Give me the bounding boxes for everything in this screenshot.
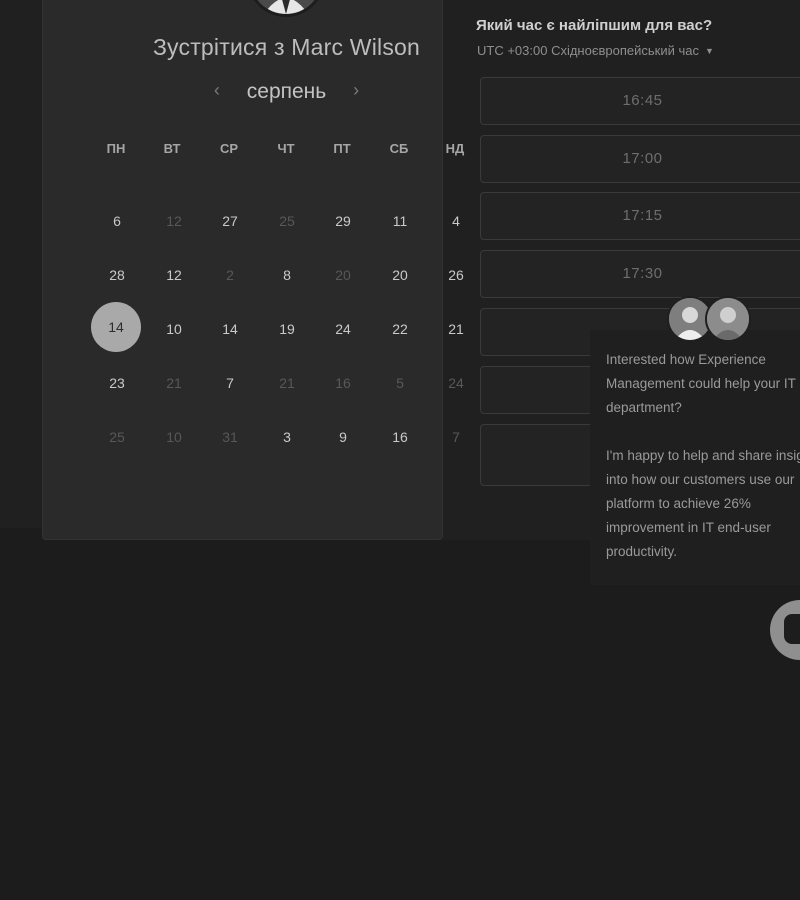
calendar-day: 21 xyxy=(279,375,295,391)
weekday-label: НД xyxy=(445,141,465,156)
calendar-day[interactable]: 20 xyxy=(375,250,425,300)
time-slot[interactable]: 16:45 xyxy=(480,77,800,125)
time-slot[interactable]: 17:00 xyxy=(480,135,800,183)
calendar-day[interactable]: 24 xyxy=(318,304,368,354)
weekday-label: СР xyxy=(219,141,239,156)
chat-launcher-button[interactable] xyxy=(770,600,800,660)
calendar-day: 7 xyxy=(452,429,460,445)
calendar-day[interactable]: 19 xyxy=(262,304,312,354)
time-slot[interactable]: 17:15 xyxy=(480,192,800,240)
calendar-day[interactable]: 3 xyxy=(262,412,312,462)
calendar-day[interactable]: 29 xyxy=(318,196,368,246)
calendar-day[interactable]: 26 xyxy=(431,250,481,300)
calendar-day[interactable]: 22 xyxy=(375,304,425,354)
calendar-day: 20 xyxy=(335,267,351,283)
caret-down-icon: ▼ xyxy=(704,46,714,56)
calendar-day: 16 xyxy=(335,375,351,391)
chevron-right-icon[interactable]: › xyxy=(342,80,370,101)
timezone-select[interactable]: UTC +03:00 Східноєвропейський час ▼ xyxy=(477,43,714,58)
page-title: Зустрітися з Marc Wilson xyxy=(152,34,421,60)
chat-message: Interested how Experience Management cou… xyxy=(606,352,800,559)
calendar-day[interactable]: 28 xyxy=(92,250,142,300)
month-label: серпень xyxy=(246,80,327,103)
calendar-day: 24 xyxy=(448,375,464,391)
calendar-day-selected[interactable]: 14 xyxy=(91,302,141,352)
host-avatar xyxy=(247,0,325,17)
calendar-day[interactable]: 14 xyxy=(205,304,255,354)
calendar-day: 31 xyxy=(222,429,238,445)
calendar-day[interactable]: 4 xyxy=(431,196,481,246)
chevron-left-icon[interactable]: ‹ xyxy=(203,80,231,101)
chat-popup[interactable]: Interested how Experience Management cou… xyxy=(590,296,800,585)
weekday-label: ПТ xyxy=(333,141,351,156)
calendar-day: 10 xyxy=(166,429,182,445)
calendar-card: Зустрітися з Marc Wilson ‹ серпень › ПН … xyxy=(42,0,464,540)
calendar-day: 25 xyxy=(109,429,125,445)
time-question-heading: Який час є найліпшим для вас? xyxy=(476,17,713,34)
person-icon xyxy=(707,298,749,340)
weekday-label: ПН xyxy=(106,141,126,156)
calendar-day[interactable]: 6 xyxy=(92,196,142,246)
month-navigation: ‹ серпень › xyxy=(43,80,530,104)
calendar-day: 12 xyxy=(166,213,182,229)
calendar-day: 25 xyxy=(279,213,295,229)
calendar-day[interactable]: 23 xyxy=(92,358,142,408)
agent-avatar xyxy=(705,296,751,342)
chat-bubble-icon xyxy=(784,614,800,644)
weekday-label: ЧТ xyxy=(277,141,295,156)
calendar-day[interactable]: 16 xyxy=(375,412,425,462)
calendar-day[interactable]: 21 xyxy=(431,304,481,354)
timezone-label: UTC +03:00 Східноєвропейський час xyxy=(477,43,699,58)
calendar-day[interactable]: 10 xyxy=(149,304,199,354)
calendar-day[interactable]: 27 xyxy=(205,196,255,246)
time-slot[interactable]: 17:30 xyxy=(480,250,800,298)
calendar-day[interactable]: 11 xyxy=(375,196,425,246)
calendar-day: 21 xyxy=(166,375,182,391)
calendar-day: 2 xyxy=(226,267,234,283)
calendar-day[interactable]: 9 xyxy=(318,412,368,462)
weekday-label: СБ xyxy=(389,141,409,156)
calendar-day[interactable]: 7 xyxy=(205,358,255,408)
person-icon xyxy=(250,0,322,14)
calendar-day: 5 xyxy=(396,375,404,391)
calendar-day[interactable]: 8 xyxy=(262,250,312,300)
calendar-day[interactable]: 12 xyxy=(149,250,199,300)
weekday-label: ВТ xyxy=(163,141,181,156)
